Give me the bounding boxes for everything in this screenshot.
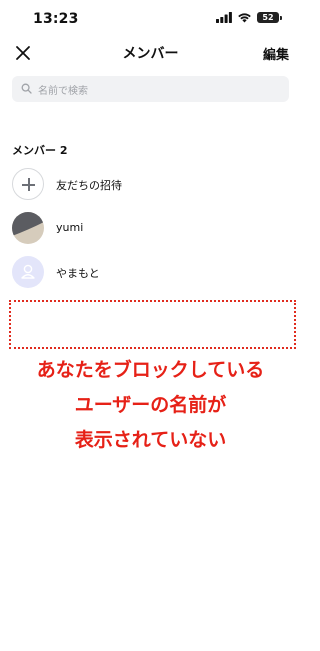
annotation-line-1: あなたをブロックしている bbox=[36, 359, 265, 381]
blocked-user-highlight bbox=[9, 300, 296, 349]
status-icons: 52 bbox=[216, 12, 282, 23]
search-input[interactable]: 名前で検索 bbox=[12, 76, 289, 102]
search-placeholder: 名前で検索 bbox=[38, 86, 88, 97]
wifi-icon bbox=[238, 13, 251, 23]
page-title: メンバー bbox=[122, 46, 179, 62]
avatar bbox=[12, 212, 44, 244]
member-item-yumi[interactable]: yumi bbox=[12, 212, 289, 246]
member-item-yamamoto[interactable]: やまもと bbox=[12, 256, 289, 290]
invite-friends-label: 友だちの招待 bbox=[56, 179, 122, 192]
status-time: 13:23 bbox=[33, 11, 79, 27]
status-bar: 13:23 52 bbox=[0, 0, 301, 36]
plus-icon bbox=[12, 168, 44, 200]
member-name: yumi bbox=[56, 221, 84, 234]
annotation-line-3: 表示されていない bbox=[74, 429, 227, 451]
edit-button[interactable]: 編集 bbox=[263, 44, 289, 63]
invite-friends-item[interactable]: 友だちの招待 bbox=[12, 168, 289, 202]
battery-icon: 52 bbox=[257, 12, 282, 23]
annotation-line-2: ユーザーの名前が bbox=[74, 394, 227, 416]
cellular-signal-icon bbox=[216, 12, 232, 23]
person-icon bbox=[12, 256, 44, 288]
member-count-header: メンバー 2 bbox=[12, 144, 68, 157]
member-name: やまもと bbox=[56, 267, 100, 280]
search-icon bbox=[21, 83, 32, 94]
nav-bar: メンバー 編集 bbox=[0, 38, 301, 68]
